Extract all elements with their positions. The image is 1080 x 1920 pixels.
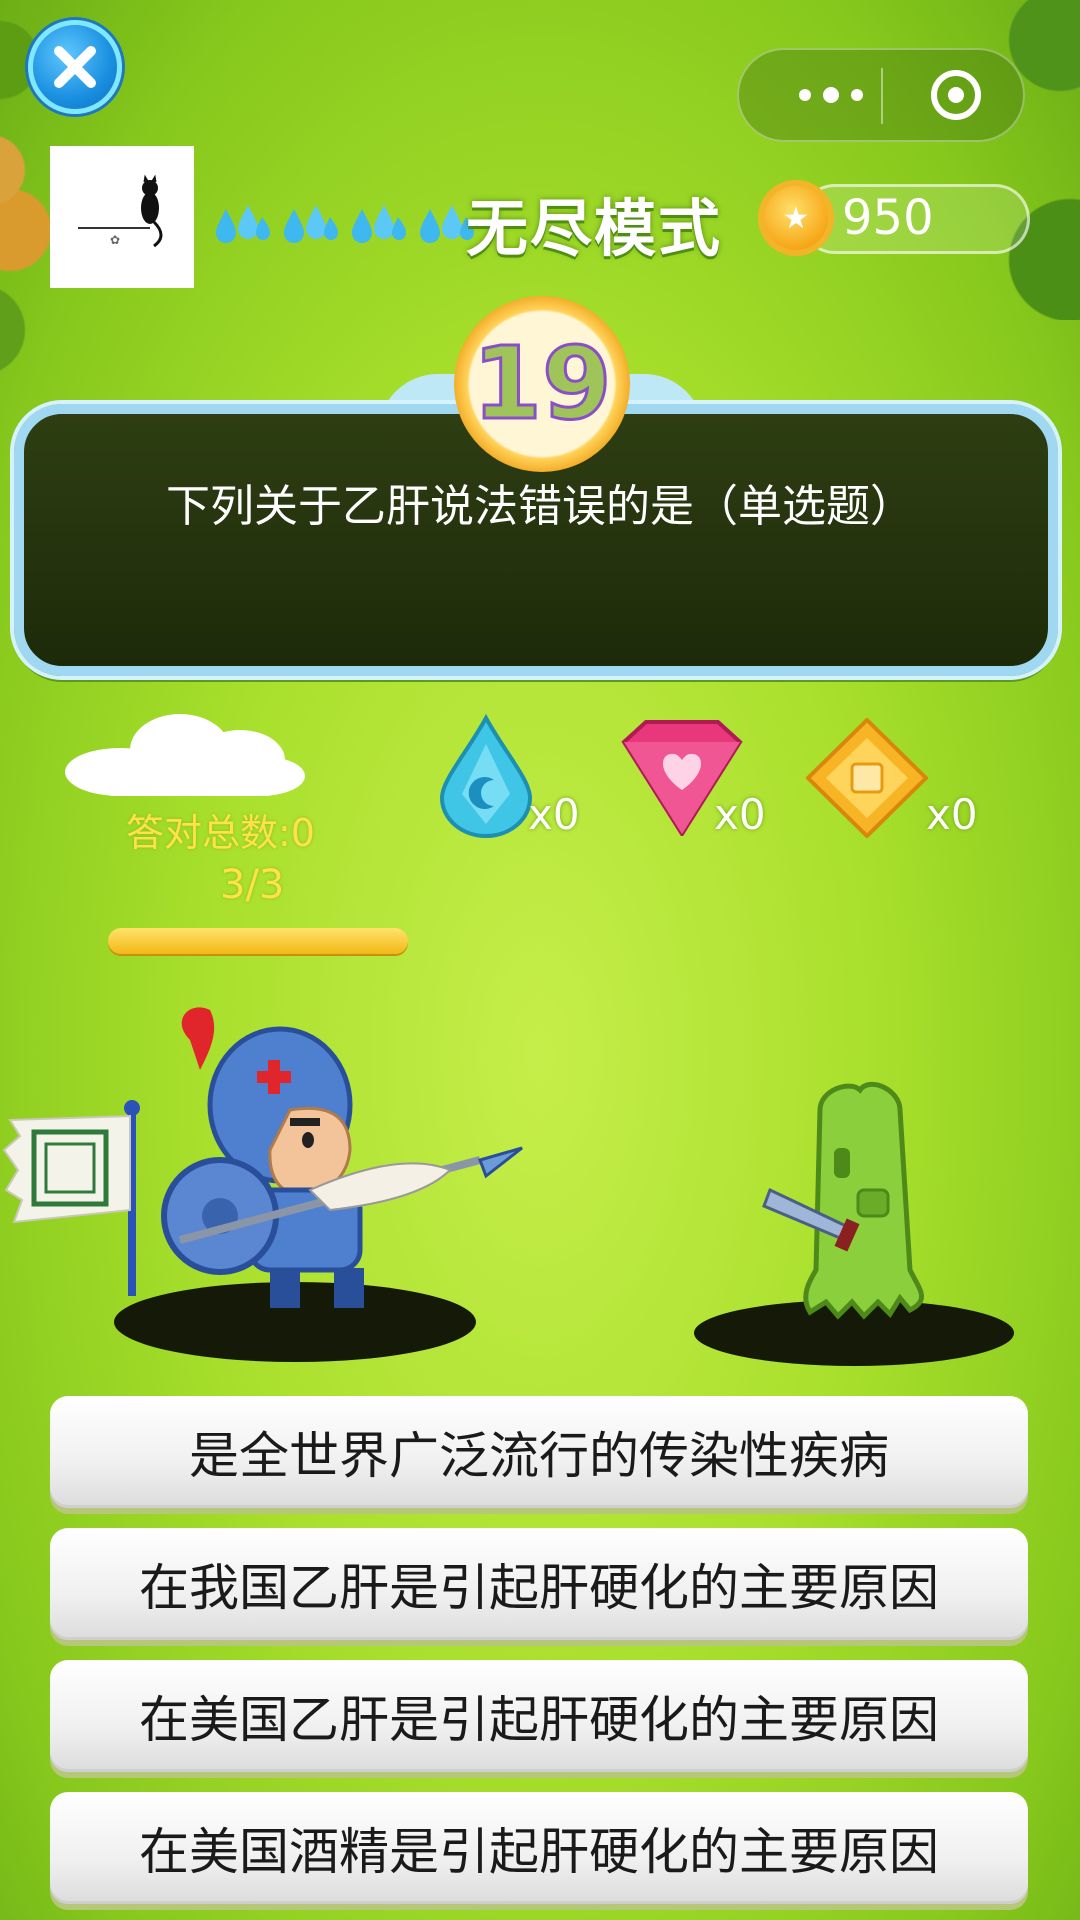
cat-avatar-icon: ✿ xyxy=(78,174,163,248)
dot-icon xyxy=(851,89,863,101)
coin-icon: ★ xyxy=(758,180,834,256)
close-icon xyxy=(54,46,96,88)
water-drops-icon xyxy=(352,205,406,243)
capsule-divider xyxy=(881,68,883,124)
answer-option-4[interactable]: 在美国酒精是引起肝硬化的主要原因 xyxy=(50,1792,1028,1904)
knight-hero-icon xyxy=(161,1007,523,1308)
gold-gem-count: x0 xyxy=(926,790,978,839)
more-menu-button[interactable] xyxy=(781,50,881,140)
progress-bar xyxy=(108,928,408,954)
blue-water-gem-icon[interactable] xyxy=(436,714,536,838)
close-button[interactable] xyxy=(28,20,122,114)
question-number: 19 xyxy=(471,325,613,442)
answer-option-2[interactable]: 在我国乙肝是引起肝硬化的主要原因 xyxy=(50,1528,1028,1640)
question-number-badge: 19 xyxy=(454,296,630,472)
coin-count: 950 xyxy=(842,190,934,246)
exit-mini-program-button[interactable] xyxy=(931,70,981,120)
lives-row xyxy=(212,203,476,247)
water-drops-icon xyxy=(284,205,338,243)
cloud-icon xyxy=(65,714,305,796)
green-slime-monster-icon xyxy=(762,1082,924,1320)
svg-text:✿: ✿ xyxy=(110,233,120,247)
question-text: 下列关于乙肝说法错误的是（单选题） xyxy=(166,481,914,532)
flag-icon xyxy=(2,1100,140,1296)
dot-icon xyxy=(799,89,811,101)
dot-icon xyxy=(823,87,839,103)
gold-diamond-gem-icon[interactable] xyxy=(806,718,928,838)
pink-gem-count: x0 xyxy=(714,790,766,839)
progress-text: 3/3 xyxy=(220,862,285,908)
target-icon xyxy=(948,87,964,103)
correct-total: 答对总数:0 xyxy=(126,811,315,855)
mini-program-capsule xyxy=(737,48,1025,142)
answer-option-1[interactable]: 是全世界广泛流行的传染性疾病 xyxy=(50,1396,1028,1508)
mode-title: 无尽模式 xyxy=(466,192,723,265)
blue-gem-count: x0 xyxy=(528,790,580,839)
avatar[interactable]: ✿ xyxy=(50,146,194,288)
water-drops-icon xyxy=(216,205,270,243)
answer-option-3[interactable]: 在美国乙肝是引起肝硬化的主要原因 xyxy=(50,1660,1028,1772)
